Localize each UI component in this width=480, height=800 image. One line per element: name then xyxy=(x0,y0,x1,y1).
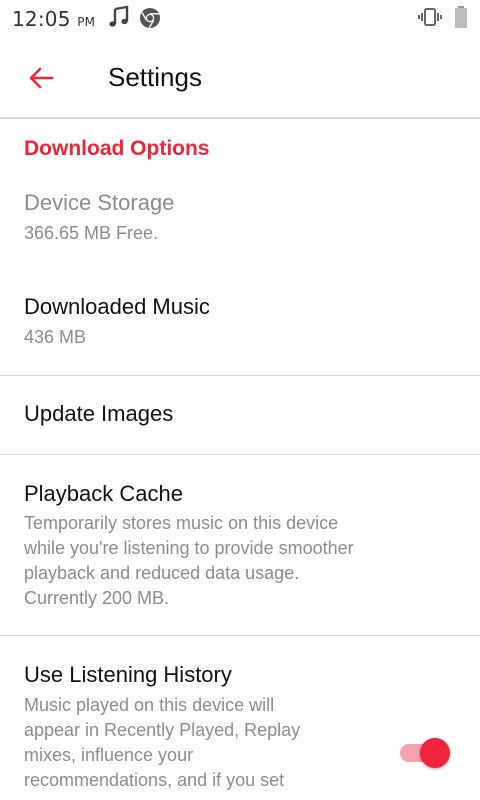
downloaded-music-subtitle: 436 MB xyxy=(24,327,87,347)
device-storage-row: Device Storage 366.65 MB Free. xyxy=(0,180,480,260)
status-ampm: PM xyxy=(77,15,96,29)
vibrate-icon xyxy=(418,8,442,26)
listening-history-title: Use Listening History xyxy=(24,662,232,687)
playback-cache-title: Playback Cache xyxy=(24,481,183,506)
toggle-thumb xyxy=(420,738,450,768)
listening-history-desc-line: appear in Recently Played, Replay xyxy=(24,720,301,740)
listening-history-row[interactable]: Use Listening History Music played on th… xyxy=(0,636,480,800)
playback-cache-desc-line: Currently 200 MB. xyxy=(24,588,170,608)
section-header-download-options: Download Options xyxy=(24,137,210,160)
playback-cache-desc-line: playback and reduced data usage. xyxy=(24,563,300,583)
chrome-icon xyxy=(140,8,160,29)
listening-history-desc-line: mixes, influence your xyxy=(24,745,194,765)
listening-history-desc-line: recommendations, and if you set xyxy=(24,770,285,790)
listening-history-toggle[interactable] xyxy=(398,738,452,768)
listening-history-desc-line: Music played on this device will xyxy=(24,695,275,715)
music-note-icon xyxy=(109,5,129,27)
device-storage-title: Device Storage xyxy=(24,190,175,215)
playback-cache-desc-line: while you're listening to provide smooth… xyxy=(24,538,354,558)
status-time: 12:05 PM xyxy=(12,7,95,31)
downloaded-music-row[interactable]: Downloaded Music 436 MB xyxy=(0,284,480,374)
playback-cache-row[interactable]: Playback Cache Temporarily stores music … xyxy=(0,455,480,635)
device-storage-subtitle: 366.65 MB Free. xyxy=(24,223,159,243)
playback-cache-desc-line: Temporarily stores music on this device xyxy=(24,513,339,533)
status-bar: 12:05 PM xyxy=(0,0,480,38)
page-title: Settings xyxy=(108,62,202,92)
back-arrow-icon[interactable] xyxy=(24,60,60,96)
battery-icon xyxy=(455,6,467,28)
app-bar: Settings xyxy=(0,38,480,119)
status-time-value: 12:05 xyxy=(12,7,71,31)
downloaded-music-title: Downloaded Music xyxy=(24,294,210,319)
update-images-title: Update Images xyxy=(24,401,174,426)
update-images-row[interactable]: Update Images xyxy=(0,376,480,454)
